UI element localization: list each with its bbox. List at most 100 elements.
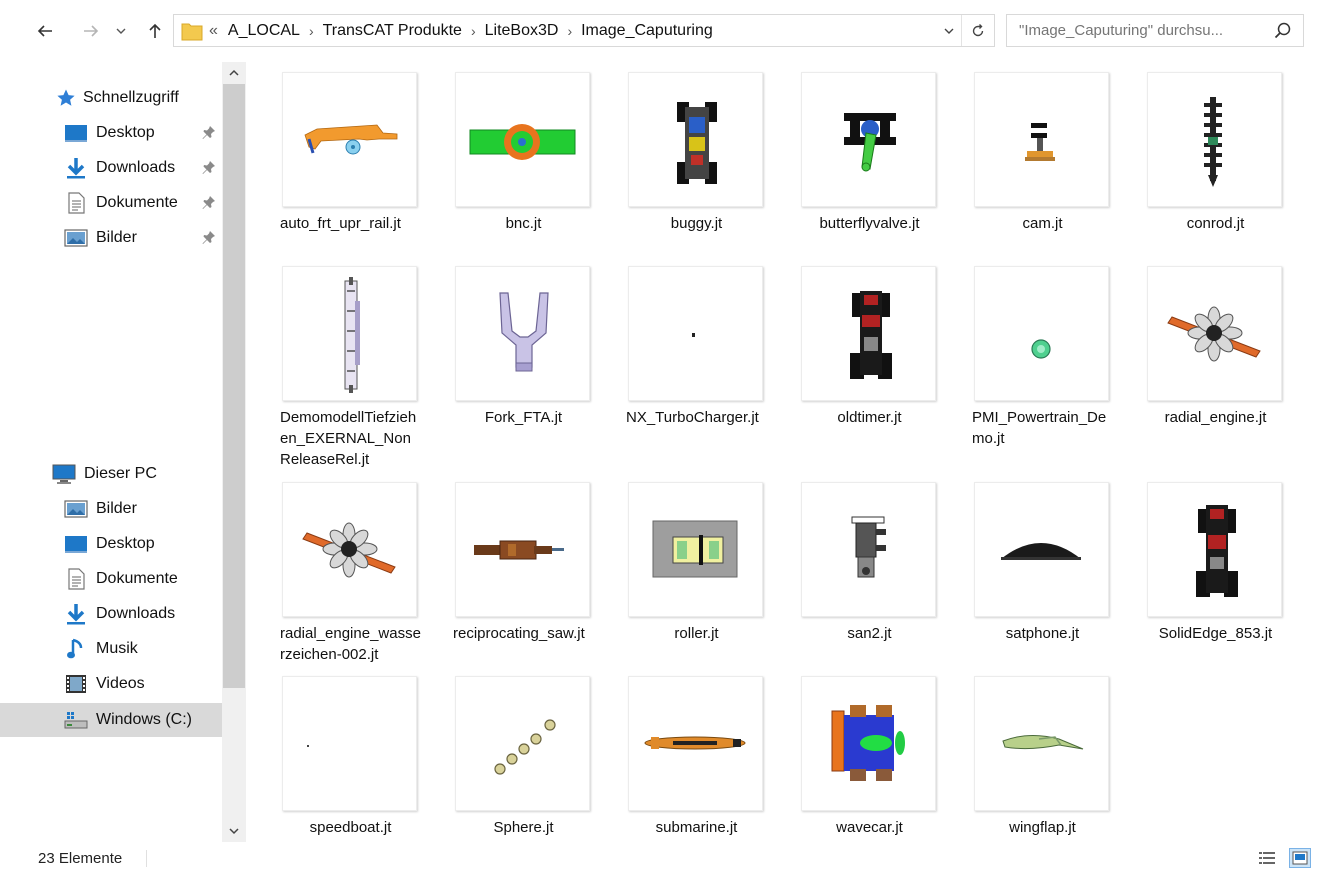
sidebar-item-windows-c[interactable]: Windows (C:) <box>0 703 222 737</box>
radial-engine-thumbnail <box>1147 266 1282 401</box>
file-name: SolidEdge_853.jt <box>1158 625 1273 642</box>
recent-locations-button[interactable] <box>112 18 130 44</box>
pictures-icon <box>64 227 88 249</box>
fork-thumbnail <box>455 266 590 401</box>
search-input[interactable] <box>1019 22 1275 39</box>
navigation-pane-scrollbar[interactable] <box>222 62 246 842</box>
file-name: radial_engine.jt <box>1164 409 1267 426</box>
bnc-thumbnail <box>455 72 590 207</box>
satphone-thumbnail <box>974 482 1109 617</box>
desktop-icon <box>64 122 88 144</box>
wingflap-thumbnail <box>974 676 1109 811</box>
sidebar-item-pc-downloads[interactable]: Downloads <box>0 597 222 631</box>
sidebar-item-videos[interactable]: Videos <box>0 667 222 701</box>
item-count: 23 Elemente <box>38 850 123 867</box>
breadcrumb-transcat-produkte[interactable]: TransCAT Produkte <box>323 22 462 40</box>
sidebar-item-dieser-pc[interactable]: Dieser PC <box>0 457 222 491</box>
sidebar-item-label: Schnellzugriff <box>83 89 179 106</box>
saw-thumbnail <box>455 482 590 617</box>
refresh-icon <box>972 23 984 36</box>
scroll-down-button[interactable] <box>222 820 246 842</box>
details-view-button[interactable] <box>1256 848 1278 868</box>
file-name: roller.jt <box>674 625 719 642</box>
turbocharger-thumbnail <box>628 266 763 401</box>
large-icons-view-button[interactable] <box>1289 848 1311 868</box>
file-name: Sphere.jt <box>493 819 554 836</box>
sidebar-item-label: Desktop <box>96 124 155 141</box>
music-note-icon <box>64 638 88 660</box>
drive-icon <box>64 709 88 731</box>
chevron-right-icon[interactable]: › <box>471 23 476 39</box>
chevron-right-icon[interactable]: › <box>309 23 314 39</box>
breadcrumb-a-local[interactable]: A_LOCAL <box>228 22 300 40</box>
refresh-button[interactable] <box>961 15 994 46</box>
pictures-icon <box>64 498 88 520</box>
file-name: satphone.jt <box>1005 625 1080 642</box>
film-strip-icon <box>64 673 88 695</box>
up-button[interactable] <box>142 18 168 44</box>
file-name: oldtimer.jt <box>837 409 902 426</box>
sidebar-item-label: Dokumente <box>96 194 178 211</box>
sidebar-item-schnellzugriff[interactable]: Schnellzugriff <box>0 81 222 115</box>
search-icon[interactable] <box>1273 21 1293 41</box>
radial-engine-thumbnail <box>282 482 417 617</box>
breadcrumb-image-caputuring[interactable]: Image_Caputuring <box>581 22 713 40</box>
sidebar-item-pc-desktop[interactable]: Desktop <box>0 527 222 561</box>
pin-icon[interactable] <box>201 194 217 210</box>
scroll-thumb[interactable] <box>223 84 245 688</box>
sidebar-item-musik[interactable]: Musik <box>0 632 222 666</box>
file-name: NX_TurboCharger.jt <box>626 409 759 426</box>
forward-button[interactable] <box>78 18 104 44</box>
chevron-up-icon <box>229 69 239 76</box>
file-name: auto_frt_upr_rail.jt <box>280 215 401 232</box>
file-name: radial_engine_wasserzeichen-002.jt <box>280 625 421 663</box>
address-overflow[interactable]: « <box>209 22 218 40</box>
sidebar-item-pc-bilder[interactable]: Bilder <box>0 492 222 526</box>
pin-icon[interactable] <box>201 229 217 245</box>
folder-icon <box>181 23 203 40</box>
file-grid: auto_frt_upr_rail.jt bnc.jt buggy.jt but… <box>260 62 1315 842</box>
file-name: wingflap.jt <box>1009 819 1076 836</box>
scroll-up-button[interactable] <box>222 62 246 84</box>
file-name: Fork_FTA.jt <box>484 409 563 426</box>
address-history-button[interactable] <box>937 15 961 46</box>
file-name: submarine.jt <box>655 819 738 836</box>
buggy-thumbnail <box>628 72 763 207</box>
sidebar-item-label: Bilder <box>96 500 137 517</box>
solidedge-thumbnail <box>1147 482 1282 617</box>
navigation-pane: Schnellzugriff Desktop Downloads Dokumen… <box>0 62 222 842</box>
computer-icon <box>52 463 76 485</box>
file-name: butterflyvalve.jt <box>819 215 920 232</box>
file-name: conrod.jt <box>1186 215 1245 232</box>
file-name: PMI_Powertrain_Demo.jt <box>972 409 1107 447</box>
details-view-icon <box>1259 852 1275 864</box>
sphere-thumbnail <box>455 676 590 811</box>
sidebar-item-dokumente[interactable]: Dokumente <box>0 186 222 220</box>
search-box[interactable] <box>1006 14 1304 47</box>
sidebar-item-label: Desktop <box>96 535 155 552</box>
address-bar[interactable]: « A_LOCAL › TransCAT Produkte › LiteBox3… <box>173 14 995 47</box>
large-icons-view-icon <box>1292 851 1308 865</box>
back-button[interactable] <box>32 18 58 44</box>
file-name: speedboat.jt <box>309 819 392 836</box>
sidebar-item-pc-dokumente[interactable]: Dokumente <box>0 562 222 596</box>
wavecar-thumbnail <box>801 676 936 811</box>
sidebar-item-label: Dokumente <box>96 570 178 587</box>
star-icon <box>55 87 77 109</box>
sidebar-item-desktop[interactable]: Desktop <box>0 116 222 150</box>
chevron-down-icon <box>944 28 954 34</box>
sidebar-item-label: Downloads <box>96 605 176 622</box>
chevron-right-icon[interactable]: › <box>567 23 572 39</box>
sidebar-item-label: Windows (C:) <box>96 711 193 728</box>
download-arrow-icon <box>64 603 88 625</box>
pin-icon[interactable] <box>201 159 217 175</box>
file-name: reciprocating_saw.jt <box>453 625 585 642</box>
forward-arrow-icon <box>84 25 99 37</box>
pin-icon[interactable] <box>201 124 217 140</box>
sidebar-item-downloads[interactable]: Downloads <box>0 151 222 185</box>
file-name: san2.jt <box>847 625 892 642</box>
sidebar-item-bilder[interactable]: Bilder <box>0 221 222 255</box>
breadcrumb-litebox3d[interactable]: LiteBox3D <box>485 22 559 40</box>
auto-rail-thumbnail <box>282 72 417 207</box>
speedboat-thumbnail <box>282 676 417 811</box>
